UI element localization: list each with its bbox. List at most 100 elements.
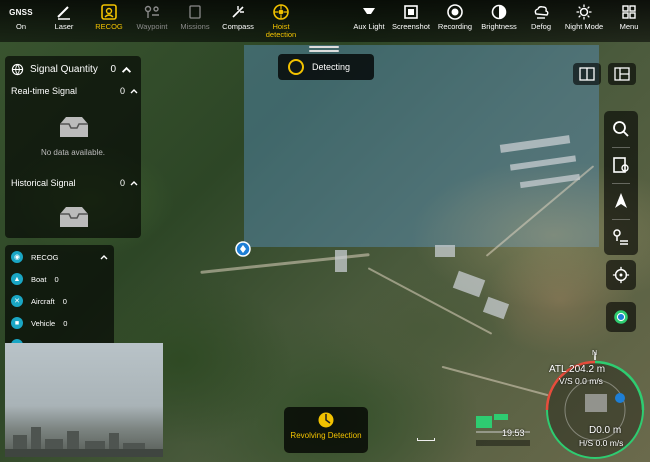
compass-icon: [219, 3, 257, 23]
crosshair-icon: [612, 266, 630, 284]
menu-grid-icon: [614, 3, 644, 23]
recording-button[interactable]: Recording: [434, 3, 476, 31]
recog-label: RECOG: [95, 22, 123, 31]
chevron-up-icon: [130, 181, 138, 186]
aircraft-marker-icon[interactable]: [235, 240, 251, 260]
realtime-signal-label: Real-time Signal: [11, 86, 78, 96]
recog-row-boat: ▲ Boat 0: [11, 272, 59, 286]
recog-row-aircraft: ✕ Aircraft 0: [11, 294, 67, 308]
layout-view-button[interactable]: [608, 63, 636, 85]
vertical-speed-readout: V/S 0.0 m/s: [559, 376, 603, 386]
missions-button[interactable]: Missions: [176, 3, 214, 31]
recog-row-value: 0: [54, 274, 59, 284]
gnss-label: GNSS: [9, 8, 33, 17]
map-building: [435, 245, 455, 257]
screenshot-label: Screenshot: [392, 22, 430, 31]
aux-light-icon: [350, 3, 388, 23]
gnss-button[interactable]: GNSS On: [6, 3, 36, 31]
screenshot-button[interactable]: Screenshot: [390, 3, 432, 31]
brightness-label: Brightness: [481, 22, 517, 31]
recog-row-label: Boat: [31, 274, 47, 284]
navigation-arrow-icon: [615, 193, 627, 208]
waypoint-button[interactable]: Waypoint: [133, 3, 171, 31]
signal-quantity-panel: Signal Quantity 0 Real-time Signal 0 No …: [5, 56, 141, 238]
realtime-signal-header[interactable]: Real-time Signal 0: [11, 86, 139, 96]
aircraft-icon: ✕: [11, 295, 23, 307]
waypoint-icon: [133, 3, 171, 23]
atl-readout: ATL 204.2 m: [549, 364, 606, 375]
map-scale: [417, 438, 435, 441]
map-pin-icon: [613, 229, 628, 245]
chevron-up-icon: [130, 89, 138, 94]
revolving-detection-button[interactable]: Revolving Detection: [284, 407, 368, 453]
pip-building: [5, 449, 163, 457]
map-layers-button[interactable]: [611, 155, 631, 175]
hoist-detection-button[interactable]: Hoist detection: [260, 3, 302, 39]
laser-button[interactable]: Laser: [48, 3, 80, 31]
locate-icon: [614, 310, 628, 324]
brightness-button[interactable]: Brightness: [478, 3, 520, 31]
brightness-icon: [478, 3, 520, 23]
layout-view-icon: [614, 67, 630, 81]
empty-tray-icon: [60, 117, 88, 137]
attitude-indicator: N ATL 204.2 m V/S 0.0 m/s D0.0 m H/S 0.0…: [535, 350, 647, 462]
compass-button[interactable]: Compass: [219, 3, 257, 31]
boat-icon: ▲: [11, 273, 23, 285]
menu-label: Menu: [619, 22, 639, 31]
camera-preview[interactable]: [5, 343, 163, 457]
gnss-state: On: [15, 22, 26, 31]
aux-light-button[interactable]: Aux Light: [350, 3, 388, 31]
detecting-label: Detecting: [312, 62, 351, 72]
recog-row-label: Aircraft: [31, 296, 55, 306]
screenshot-icon: [390, 3, 432, 23]
revolving-detection-icon: [284, 411, 368, 431]
recog-header[interactable]: ◉ RECOG: [11, 250, 109, 264]
recog-icon: [92, 3, 126, 23]
recog-title: RECOG: [31, 252, 59, 262]
waypoint-label: Waypoint: [136, 22, 168, 31]
map-search-button[interactable]: [611, 119, 631, 139]
layers-icon: [613, 157, 629, 173]
split-view-button[interactable]: [573, 63, 601, 85]
missions-label: Missions: [180, 22, 210, 31]
recog-panel: ◉ RECOG ▲ Boat 0 ✕ Aircraft 0 ■ Vehicle …: [5, 245, 114, 355]
recording-label: Recording: [437, 22, 473, 31]
historical-signal-header[interactable]: Historical Signal 0: [11, 178, 139, 188]
night-mode-label: Night Mode: [564, 22, 604, 31]
map-tools-group: [604, 111, 638, 255]
search-icon: [613, 121, 629, 137]
recog-icon: ◉: [11, 251, 23, 263]
drag-handle[interactable]: [309, 44, 339, 54]
status-value: 19.53: [502, 428, 525, 438]
signal-globe-icon: [11, 63, 24, 75]
recog-button[interactable]: RECOG: [92, 3, 126, 31]
split-view-icon: [579, 67, 595, 81]
chevron-up-icon: [100, 255, 108, 260]
locate-aircraft-button[interactable]: [606, 302, 636, 332]
recog-row-label: Vehicle: [31, 318, 56, 328]
north-up-button[interactable]: [611, 191, 631, 211]
defog-label: Defog: [530, 22, 551, 31]
recog-row-vehicle: ■ Vehicle 0: [11, 316, 67, 330]
detecting-ring-icon: [288, 59, 304, 75]
map-marker-button[interactable]: [611, 227, 631, 247]
signal-quantity-count: 0: [110, 63, 116, 75]
menu-button[interactable]: Menu: [614, 3, 644, 31]
top-toolbar: GNSS On Laser RECOG Waypoint Missions Co…: [0, 0, 650, 42]
distance-readout: D0.0 m: [589, 425, 622, 436]
night-mode-button[interactable]: Night Mode: [562, 3, 606, 31]
target-lock-button[interactable]: [606, 260, 636, 290]
recog-row-value: 0: [62, 296, 67, 306]
historical-signal-count: 0: [119, 178, 125, 188]
defog-button[interactable]: Defog: [524, 3, 558, 31]
laser-label: Laser: [54, 22, 74, 31]
hoist-detection-label: Hoist detection: [265, 22, 297, 39]
missions-icon: [176, 3, 214, 23]
map-road: [441, 365, 549, 397]
compass-label: Compass: [222, 22, 254, 31]
aux-light-label: Aux Light: [353, 22, 385, 31]
signal-quantity-header[interactable]: Signal Quantity 0: [11, 61, 139, 77]
aircraft-status-strip: 19.53: [474, 410, 534, 452]
historical-signal-label: Historical Signal: [11, 178, 76, 188]
horizontal-speed-readout: H/S 0.0 m/s: [579, 438, 624, 448]
